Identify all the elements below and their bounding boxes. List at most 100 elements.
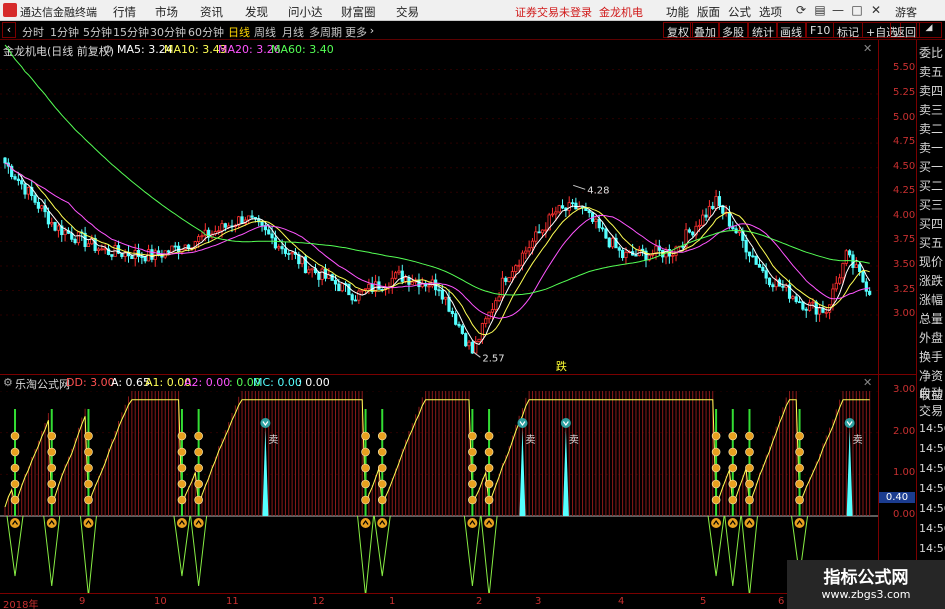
tool-button-2[interactable]: 多股 xyxy=(718,22,748,39)
timeframe-8[interactable]: 月线 xyxy=(282,24,304,40)
refresh-icon[interactable]: ⟳ xyxy=(793,3,809,18)
candle xyxy=(40,204,44,212)
buy-signal xyxy=(463,409,481,587)
candle xyxy=(864,278,868,297)
right-menu-item-0[interactable]: 功能 xyxy=(666,4,689,20)
tool-button-4[interactable]: 画线 xyxy=(776,22,806,39)
candle xyxy=(687,227,691,234)
candle xyxy=(454,310,458,326)
candle xyxy=(240,210,244,225)
candle xyxy=(844,249,848,267)
svg-text:卖: 卖 xyxy=(525,434,535,446)
trade-time-1: 14:56 xyxy=(919,442,945,455)
tool-button-3[interactable]: 统计 xyxy=(748,22,778,39)
candle xyxy=(13,174,17,181)
quote-label-1: 卖五 xyxy=(919,65,944,79)
quote-label-5: 卖一 xyxy=(919,141,944,155)
buy-signal xyxy=(190,409,208,587)
buy-signal xyxy=(707,409,725,577)
quote-label-16: 换手 xyxy=(919,350,944,364)
quote-label-13: 涨幅 xyxy=(919,293,944,307)
candle xyxy=(110,254,114,261)
close-icon[interactable]: ✕ xyxy=(868,3,884,18)
timeframe-2[interactable]: 5分钟 xyxy=(83,24,112,40)
indicator-tick-3: 0.40 xyxy=(879,492,915,504)
quote-label-11: 现价 xyxy=(919,255,944,269)
timeframe-0[interactable]: 分时 xyxy=(22,24,44,40)
timeframe-9[interactable]: 多周期 xyxy=(309,24,342,40)
settings-icon[interactable]: ▤ xyxy=(812,3,828,18)
candle xyxy=(711,201,715,210)
price-tick-7: 3.75 xyxy=(893,234,916,246)
right-menu-item-1[interactable]: 版面 xyxy=(697,4,720,20)
login-warning[interactable]: 证券交易未登录 金龙机电 xyxy=(515,4,643,20)
timeframe-6[interactable]: 日线 xyxy=(228,24,250,40)
candle xyxy=(487,311,491,324)
trade-time-4: 14:56 xyxy=(919,502,945,515)
indicator-settings-icon[interactable]: ⚙ xyxy=(3,376,13,389)
date-tick-7: 3 xyxy=(535,596,542,607)
menu-item-0[interactable]: 行情 xyxy=(113,4,136,20)
trade-time-5: 14:56 xyxy=(919,522,945,535)
tool-button-1[interactable]: 叠加 xyxy=(690,22,720,39)
date-tick-0: 2018年 xyxy=(3,600,39,609)
tool-button-0[interactable]: 复权 xyxy=(663,22,693,39)
indicator-chart[interactable]: 卖卖卖卖 xyxy=(0,391,878,593)
price-tick-9: 3.25 xyxy=(893,283,916,295)
indicator-name-label: 乐淘公式网 xyxy=(15,378,70,391)
menu-item-5[interactable]: 财富圈 xyxy=(341,4,376,20)
candle xyxy=(440,284,444,304)
tool-button-6[interactable]: 标记 xyxy=(833,22,863,39)
candle xyxy=(557,204,561,214)
candle xyxy=(424,280,428,292)
quote-label-3: 卖三 xyxy=(919,103,944,117)
candle xyxy=(176,242,181,260)
candle xyxy=(497,291,501,302)
indicator-close-icon[interactable]: ✕ xyxy=(863,376,872,389)
candlestick-chart[interactable]: 4.28 2.57 跌 xyxy=(0,40,878,374)
candle xyxy=(393,270,398,280)
timeframe-3[interactable]: 15分钟 xyxy=(113,24,149,40)
candle xyxy=(694,221,698,241)
timeframe-1[interactable]: 1分钟 xyxy=(50,24,79,40)
svg-text:卖: 卖 xyxy=(569,434,579,446)
minimize-icon[interactable]: — xyxy=(830,3,846,18)
pane-left-icon[interactable]: ‹ xyxy=(2,22,16,38)
menu-item-6[interactable]: 交易 xyxy=(396,4,419,20)
candle xyxy=(467,340,471,350)
candle xyxy=(667,244,671,264)
buy-signal xyxy=(357,409,375,593)
quote-label-9: 买四 xyxy=(919,217,944,231)
candle xyxy=(450,307,454,318)
user-label[interactable]: 游客 xyxy=(895,4,917,20)
right-menu-item-2[interactable]: 公式 xyxy=(728,4,751,20)
timeframe-7[interactable]: 周线 xyxy=(254,24,276,40)
menu-item-2[interactable]: 资讯 xyxy=(200,4,223,20)
buy-signal xyxy=(791,409,809,577)
tool-button-5[interactable]: F10 xyxy=(806,22,835,38)
menu-item-1[interactable]: 市场 xyxy=(155,4,178,20)
candle xyxy=(160,249,164,263)
pin-icon[interactable]: ◢ xyxy=(916,22,942,38)
timeframe-4[interactable]: 30分钟 xyxy=(150,24,186,40)
menu-item-4[interactable]: 问小达 xyxy=(288,4,323,20)
candle xyxy=(828,304,832,320)
date-tick-8: 4 xyxy=(618,596,625,607)
candle xyxy=(794,293,798,304)
candle xyxy=(804,307,808,318)
menu-item-3[interactable]: 发现 xyxy=(245,4,268,20)
candle xyxy=(824,306,828,318)
candle xyxy=(150,244,154,263)
timeframe-10[interactable]: 更多 xyxy=(345,24,367,40)
timeframe-5[interactable]: 60分钟 xyxy=(188,24,224,40)
date-tick-3: 11 xyxy=(226,596,239,607)
candle xyxy=(834,276,838,292)
timeframe-dropdown-icon[interactable]: › xyxy=(368,24,376,40)
low-price-label: 2.57 xyxy=(482,353,504,364)
candle xyxy=(460,324,464,335)
candle xyxy=(173,242,177,251)
candle xyxy=(417,273,421,295)
maximize-icon[interactable]: □ xyxy=(849,3,865,18)
right-menu-item-3[interactable]: 选项 xyxy=(759,4,782,20)
buy-signal xyxy=(173,409,191,577)
